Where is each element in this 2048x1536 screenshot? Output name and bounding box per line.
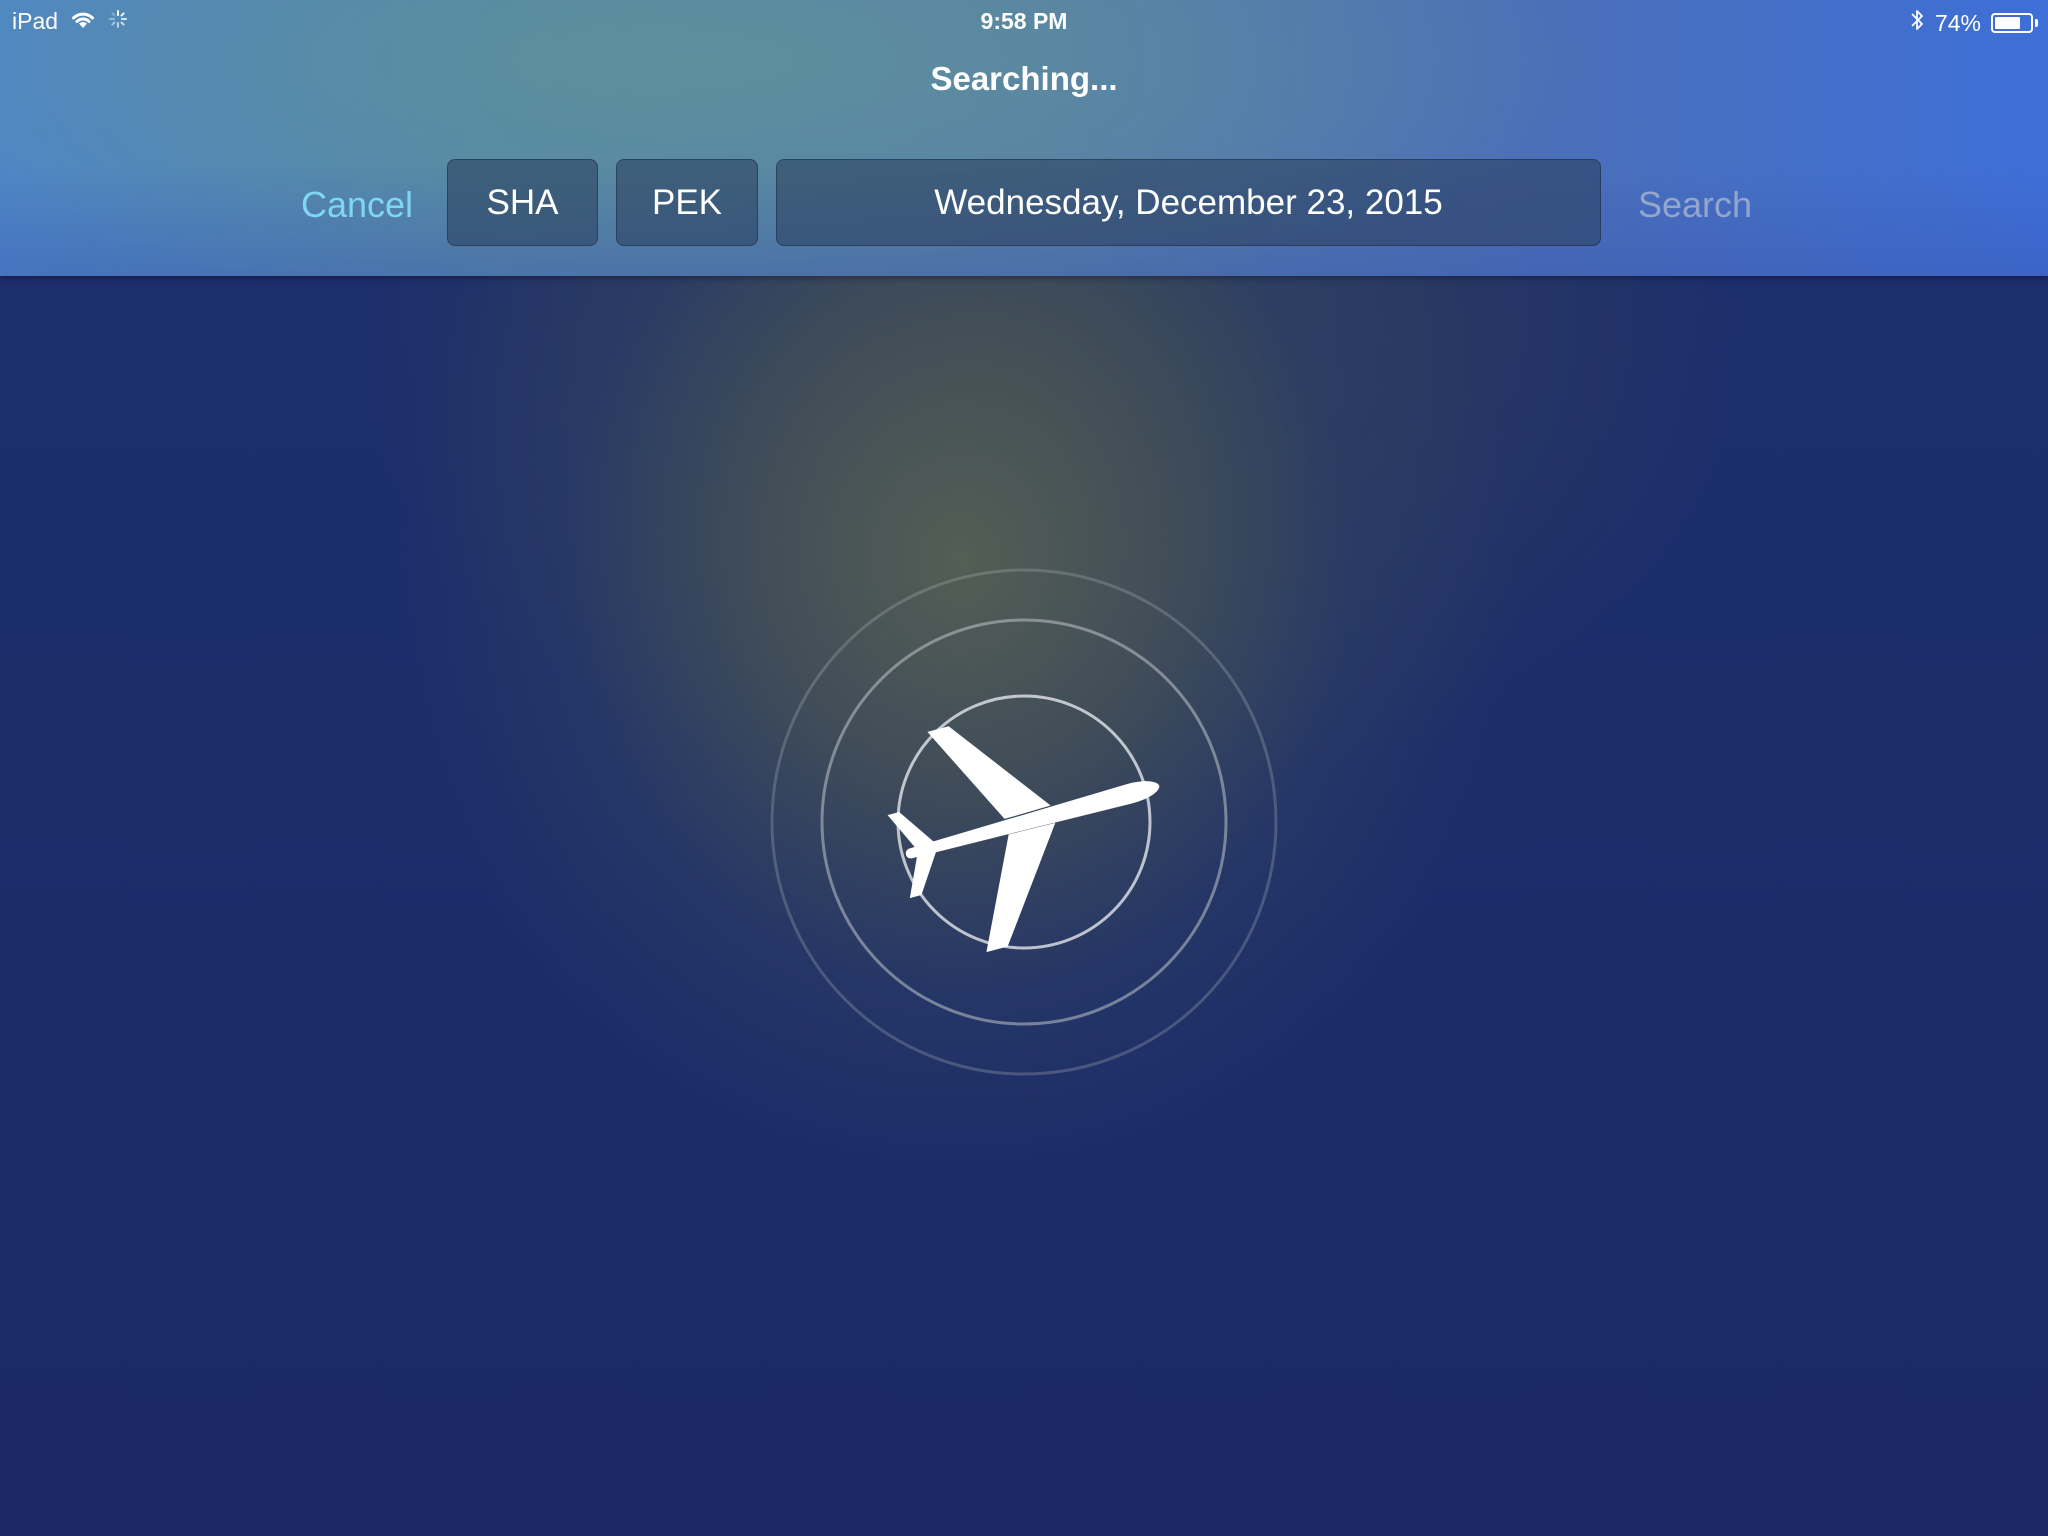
bluetooth-icon <box>1909 8 1925 38</box>
battery-level <box>1995 17 2020 29</box>
page-title: Searching... <box>930 60 1118 97</box>
battery-percent: 74% <box>1934 9 1981 36</box>
status-bar: iPad 9:58 PM 74% <box>0 0 2048 40</box>
battery-tip <box>2035 19 2038 27</box>
cancel-button[interactable]: Cancel <box>282 184 432 226</box>
search-button[interactable]: Search <box>1620 184 1770 226</box>
airplane-icon <box>887 726 1160 953</box>
battery-icon <box>1991 13 2033 33</box>
search-progress-indicator <box>764 562 1284 1082</box>
status-right: 74% <box>1909 8 2038 38</box>
search-screen: iPad 9:58 PM 74% Searching... Cancel SHA… <box>0 0 2048 1536</box>
departure-date-field[interactable]: Wednesday, December 23, 2015 <box>776 159 1601 246</box>
destination-airport-field[interactable]: PEK <box>616 159 758 246</box>
status-time: 9:58 PM <box>980 8 1068 34</box>
origin-airport-field[interactable]: SHA <box>447 159 598 246</box>
